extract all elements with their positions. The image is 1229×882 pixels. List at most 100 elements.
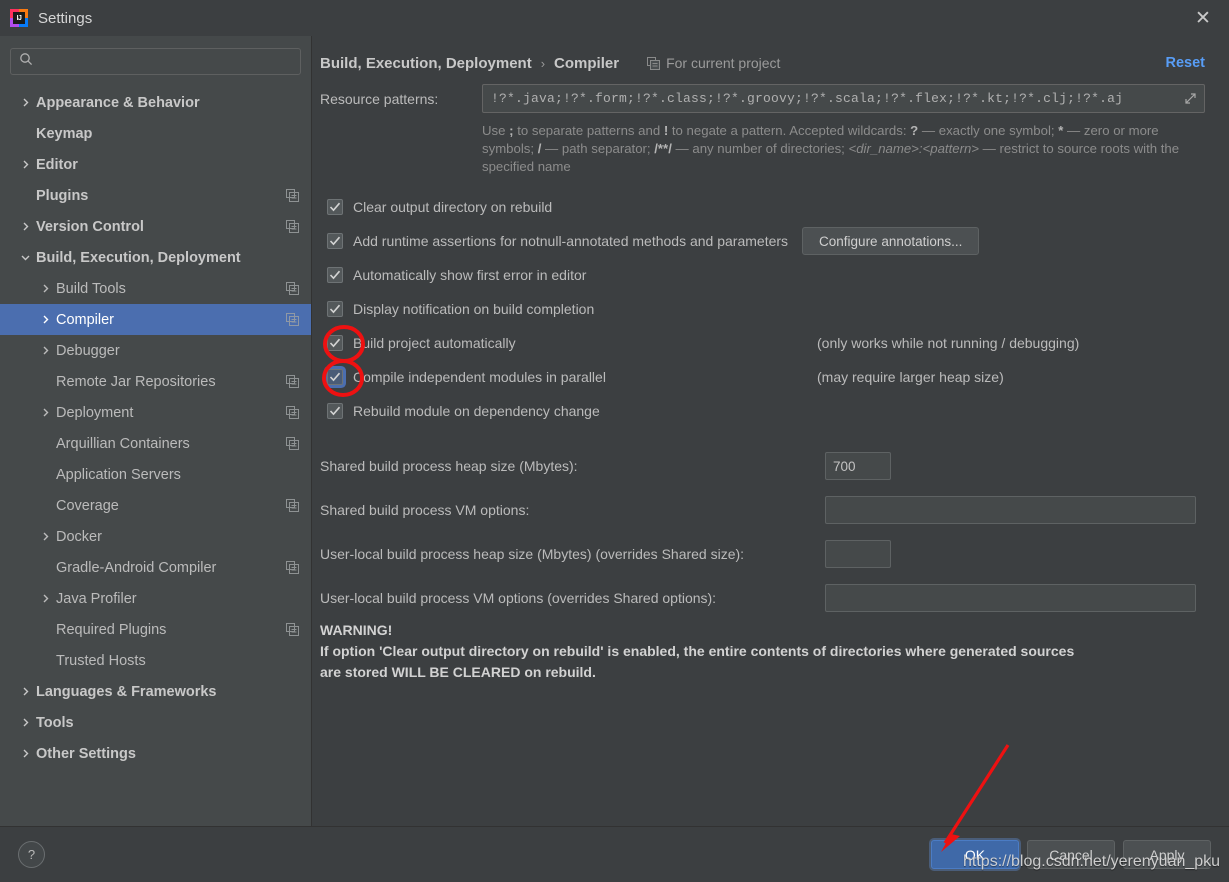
chevron-right-icon[interactable] [17,221,33,232]
project-scope-icon [286,406,299,419]
help-button[interactable]: ? [18,841,45,868]
checkbox-label[interactable]: Build project automatically [353,335,516,351]
checkbox-label[interactable]: Rebuild module on dependency change [353,403,600,419]
input-user-local-build-process-vm-options-overrides-shared-options[interactable] [825,584,1196,612]
search-input[interactable] [39,54,292,69]
sidebar-item-plugins[interactable]: Plugins [0,180,311,211]
chevron-right-icon[interactable] [37,283,53,294]
checkbox-note: (may require larger heap size) [817,369,1004,385]
field-label: Shared build process VM options: [320,502,530,518]
project-scope-icon [286,561,299,574]
resource-patterns-value[interactable]: !?*.java;!?*.form;!?*.class;!?*.groovy;!… [491,91,1178,106]
sidebar-item-build-execution-deployment[interactable]: Build, Execution, Deployment [0,242,311,273]
chevron-right-icon[interactable] [37,314,53,325]
breadcrumb-separator-icon: › [540,55,546,71]
checkbox-clear-output-directory-on-rebuild[interactable] [327,199,343,215]
checkbox-build-project-automatically[interactable] [327,335,343,351]
field-row: User-local build process heap size (Mbyt… [320,532,1205,576]
checkbox-label[interactable]: Add runtime assertions for notnull-annot… [353,233,788,249]
heap-options-group: Shared build process heap size (Mbytes):… [320,444,1205,620]
checkbox-row: Compile independent modules in parallel (… [320,360,1205,394]
sidebar-item-arquillian-containers[interactable]: Arquillian Containers [0,428,311,459]
hint-b6: /**/ [654,141,672,156]
input-shared-build-process-vm-options[interactable] [825,496,1196,524]
checkbox-label[interactable]: Compile independent modules in parallel [353,369,606,385]
settings-dialog: IJ Settings ✕ Appearance & Behavior Keym… [0,0,1229,882]
sidebar-item-trusted-hosts[interactable]: Trusted Hosts [0,645,311,676]
window-title: Settings [38,9,93,27]
breadcrumb-leaf: Compiler [554,54,620,72]
sidebar-item-label: Version Control [36,218,144,235]
sidebar-item-tools[interactable]: Tools [0,707,311,738]
chevron-right-icon[interactable] [17,748,33,759]
sidebar-item-label: Remote Jar Repositories [56,373,216,390]
sidebar-item-editor[interactable]: Editor [0,149,311,180]
hint-p2: to separate patterns and [513,123,664,138]
checkbox-rebuild-module-on-dependency-change[interactable] [327,403,343,419]
sidebar-item-other-settings[interactable]: Other Settings [0,738,311,769]
logo-text: IJ [16,14,22,22]
checkbox-row: Add runtime assertions for notnull-annot… [320,224,1205,258]
sidebar-item-version-control[interactable]: Version Control [0,211,311,242]
sidebar-item-languages-frameworks[interactable]: Languages & Frameworks [0,676,311,707]
project-scope-icon [286,282,299,295]
sidebar-item-coverage[interactable]: Coverage [0,490,311,521]
sidebar-item-compiler[interactable]: Compiler [0,304,311,335]
chevron-down-icon[interactable] [17,252,33,263]
chevron-right-icon[interactable] [37,345,53,356]
chevron-right-icon[interactable] [37,593,53,604]
sidebar-item-required-plugins[interactable]: Required Plugins [0,614,311,645]
checkbox-label[interactable]: Display notification on build completion [353,301,594,317]
hint-p3: to negate a pattern. Accepted wildcards: [668,123,911,138]
sidebar-item-label: Deployment [56,404,134,421]
field-row: Shared build process heap size (Mbytes): [320,444,1205,488]
hint-b3: ? [910,123,919,138]
intellij-logo-icon: IJ [10,9,28,27]
panel-header: Build, Execution, Deployment › Compiler … [320,36,1205,74]
chevron-right-icon[interactable] [17,686,33,697]
sidebar-item-deployment[interactable]: Deployment [0,397,311,428]
breadcrumb-root[interactable]: Build, Execution, Deployment [320,55,532,72]
chevron-right-icon[interactable] [17,97,33,108]
sidebar-item-appearance-behavior[interactable]: Appearance & Behavior [0,87,311,118]
checkbox-add-runtime-assertions-for-notnull-annotated-methods-and-parameters[interactable] [327,233,343,249]
expand-icon[interactable] [1178,86,1202,111]
sidebar-item-java-profiler[interactable]: Java Profiler [0,583,311,614]
configure-annotations-button[interactable]: Configure annotations... [802,227,980,255]
project-scope-icon [647,56,661,70]
chevron-right-icon[interactable] [37,531,53,542]
chevron-right-icon[interactable] [37,407,53,418]
warning-title: WARNING! [320,622,393,638]
sidebar-item-debugger[interactable]: Debugger [0,335,311,366]
search-wrap [0,44,311,85]
project-scope-icon [286,313,299,326]
resource-patterns-row: Resource patterns: !?*.java;!?*.form;!?*… [320,84,1205,113]
resource-patterns-label: Resource patterns: [320,90,439,107]
sidebar-item-keymap[interactable]: Keymap [0,118,311,149]
checkbox-compile-independent-modules-in-parallel[interactable] [327,369,343,385]
reset-link[interactable]: Reset [1166,55,1206,71]
sidebar-item-application-servers[interactable]: Application Servers [0,459,311,490]
csdn-watermark: https://blog.csdn.net/yerenyuan_pku [963,853,1221,870]
checkbox-label[interactable]: Automatically show first error in editor [353,267,586,283]
project-scope-icon [286,375,299,388]
search-box[interactable] [10,48,301,75]
sidebar-item-label: Build Tools [56,280,126,297]
sidebar-item-gradle-android-compiler[interactable]: Gradle-Android Compiler [0,552,311,583]
resource-patterns-field[interactable]: !?*.java;!?*.form;!?*.class;!?*.groovy;!… [482,84,1205,113]
chevron-right-icon[interactable] [17,159,33,170]
checkbox-automatically-show-first-error-in-editor[interactable] [327,267,343,283]
chevron-right-icon[interactable] [17,717,33,728]
sidebar-item-remote-jar-repositories[interactable]: Remote Jar Repositories [0,366,311,397]
resource-patterns-hint: Use ; to separate patterns and ! to nega… [482,122,1194,176]
input-shared-build-process-heap-size-mbytes[interactable] [825,452,891,480]
close-icon[interactable]: ✕ [1183,3,1223,33]
sidebar-item-docker[interactable]: Docker [0,521,311,552]
project-scope-icon [286,437,299,450]
sidebar-item-label: Coverage [56,497,119,514]
checkbox-label[interactable]: Clear output directory on rebuild [353,199,552,215]
input-user-local-build-process-heap-size-mbytes-overrides-shared-size[interactable] [825,540,891,568]
checkbox-display-notification-on-build-completion[interactable] [327,301,343,317]
sidebar-item-build-tools[interactable]: Build Tools [0,273,311,304]
field-row: User-local build process VM options (ove… [320,576,1205,620]
